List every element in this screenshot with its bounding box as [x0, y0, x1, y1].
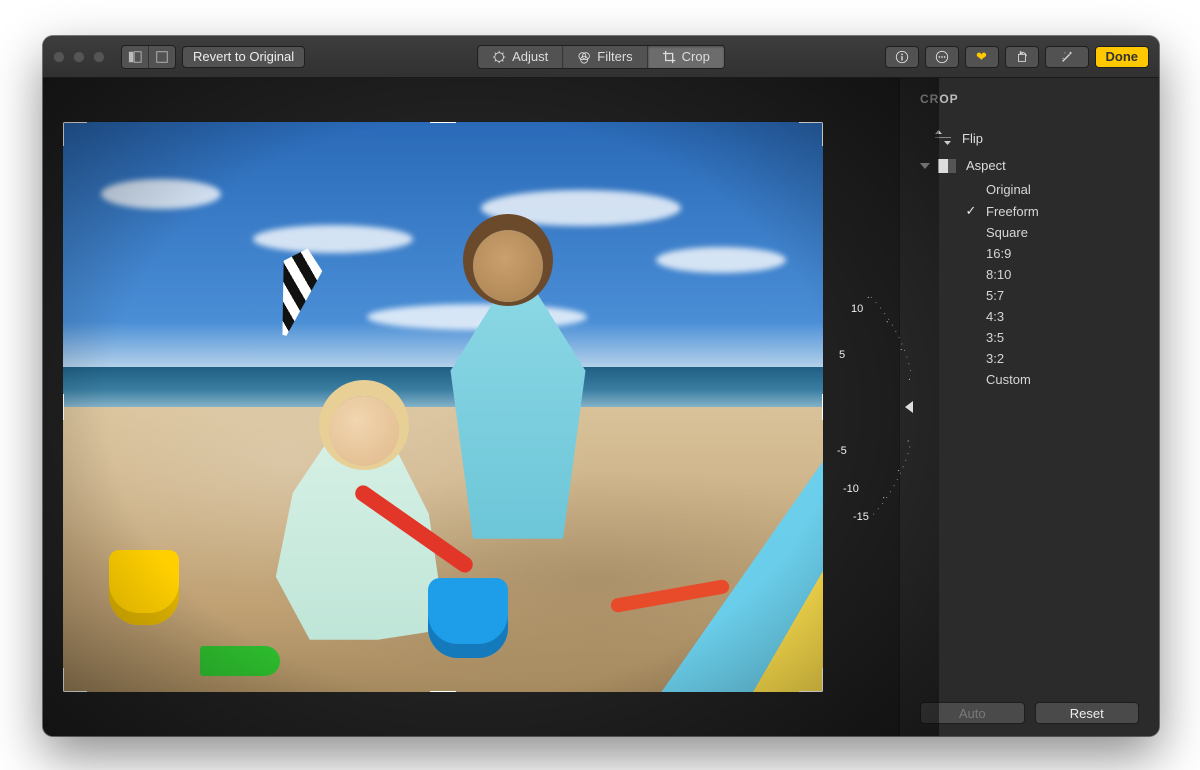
- close-window-icon[interactable]: [53, 51, 65, 63]
- scoop-green: [200, 646, 280, 676]
- crop-sidebar: CROP Flip Aspect Original ✓Fre: [899, 78, 1159, 736]
- flip-row[interactable]: Flip: [920, 124, 1139, 152]
- dial-tick-label: -15: [853, 511, 869, 523]
- revert-button[interactable]: Revert to Original: [182, 46, 305, 68]
- crop-handle-tl[interactable]: [63, 122, 87, 146]
- tab-crop[interactable]: Crop: [648, 46, 724, 68]
- dial-tick-label: 10: [851, 303, 863, 315]
- tab-adjust[interactable]: Adjust: [478, 46, 563, 68]
- toolbar: Revert to Original Adjust Filters Crop: [43, 36, 1159, 78]
- wand-icon: [1060, 50, 1074, 64]
- dial-tick-label: -10: [843, 483, 859, 495]
- aspect-option-square[interactable]: Square: [964, 222, 1139, 243]
- disclosure-triangle-icon: [920, 163, 930, 169]
- aspect-option-16-9[interactable]: 16:9: [964, 243, 1139, 264]
- done-button[interactable]: Done: [1095, 46, 1150, 68]
- aspect-option-label: Original: [986, 182, 1031, 197]
- auto-enhance-button[interactable]: [1045, 46, 1089, 68]
- crop-handle-tr[interactable]: [799, 122, 823, 146]
- kite-shape: [265, 244, 327, 341]
- aspect-option-8-10[interactable]: 8:10: [964, 264, 1139, 285]
- aspect-option-3-2[interactable]: 3:2: [964, 348, 1139, 369]
- rotate-icon: [1015, 50, 1029, 64]
- layout-toggle[interactable]: [121, 45, 176, 69]
- crop-handle-t[interactable]: [430, 122, 456, 123]
- flip-label: Flip: [962, 131, 983, 146]
- bucket-yellow: [109, 550, 179, 625]
- crop-handle-l[interactable]: [63, 394, 64, 420]
- aspect-label: Aspect: [966, 158, 1006, 173]
- checkmark-icon: ✓: [964, 203, 978, 219]
- aspect-option-label: 3:2: [986, 351, 1004, 366]
- crop-handle-bl[interactable]: [63, 668, 87, 692]
- sidebar-footer: Auto Reset: [920, 690, 1139, 724]
- fullscreen-window-icon[interactable]: [93, 51, 105, 63]
- bucket-blue: [428, 578, 508, 658]
- aspect-option-label: Square: [986, 225, 1028, 240]
- aspect-option-label: Custom: [986, 372, 1031, 387]
- crop-icon: [662, 50, 676, 64]
- rotate-button[interactable]: [1005, 46, 1039, 68]
- sidebar-title: CROP: [920, 92, 1139, 106]
- tab-filters-label: Filters: [597, 49, 632, 64]
- aspect-option-label: 3:5: [986, 330, 1004, 345]
- sidebar-layout-icon[interactable]: [122, 46, 149, 68]
- aspect-option-freeform[interactable]: ✓ Freeform: [964, 200, 1139, 222]
- crop-handle-b[interactable]: [430, 691, 456, 692]
- single-layout-icon[interactable]: [149, 46, 175, 68]
- edit-mode-tabs: Adjust Filters Crop: [477, 45, 725, 69]
- filters-icon: [577, 50, 591, 64]
- aspect-option-5-7[interactable]: 5:7: [964, 285, 1139, 306]
- tab-crop-label: Crop: [682, 49, 710, 64]
- tab-adjust-label: Adjust: [512, 49, 548, 64]
- crop-handle-br[interactable]: [799, 668, 823, 692]
- aspect-option-label: Freeform: [986, 204, 1039, 219]
- aspect-option-original[interactable]: Original: [964, 179, 1139, 200]
- ellipsis-icon: [935, 50, 949, 64]
- photo-canvas[interactable]: [63, 122, 823, 692]
- dial-tick-label: -5: [837, 445, 847, 457]
- tab-filters[interactable]: Filters: [563, 46, 647, 68]
- heart-icon: ❤: [976, 49, 987, 65]
- window-controls: [53, 51, 105, 63]
- straighten-dial[interactable]: 10 5 -5 -10 -15: [821, 287, 911, 527]
- dial-arc: [771, 287, 911, 527]
- aspect-option-label: 5:7: [986, 288, 1004, 303]
- aspect-option-4-3[interactable]: 4:3: [964, 306, 1139, 327]
- aspect-option-label: 4:3: [986, 309, 1004, 324]
- auto-label: Auto: [959, 706, 986, 721]
- more-button[interactable]: [925, 46, 959, 68]
- flip-icon: [934, 130, 952, 146]
- adjust-icon: [492, 50, 506, 64]
- aspect-option-label: 16:9: [986, 246, 1011, 261]
- canvas-area: 10 5 -5 -10 -15: [43, 78, 899, 736]
- reset-label: Reset: [1070, 706, 1104, 721]
- auto-button[interactable]: Auto: [920, 702, 1025, 724]
- info-icon: [895, 50, 909, 64]
- minimize-window-icon[interactable]: [73, 51, 85, 63]
- aspect-list: Original ✓Freeform Square 16:9 8:10 5:7 …: [964, 179, 1139, 390]
- revert-label: Revert to Original: [193, 49, 294, 64]
- dial-pointer-icon: [905, 401, 913, 413]
- aspect-row[interactable]: Aspect: [920, 152, 1139, 179]
- reset-button[interactable]: Reset: [1035, 702, 1140, 724]
- favorite-button[interactable]: ❤: [965, 46, 999, 68]
- aspect-option-label: 8:10: [986, 267, 1011, 282]
- aspect-option-3-5[interactable]: 3:5: [964, 327, 1139, 348]
- aspect-option-custom[interactable]: Custom: [964, 369, 1139, 390]
- done-label: Done: [1106, 49, 1139, 64]
- info-button[interactable]: [885, 46, 919, 68]
- photos-edit-window: Revert to Original Adjust Filters Crop: [43, 36, 1159, 736]
- aspect-icon: [938, 159, 956, 173]
- dial-tick-label: 5: [839, 349, 845, 361]
- content-area: 10 5 -5 -10 -15 CROP Flip: [43, 78, 1159, 736]
